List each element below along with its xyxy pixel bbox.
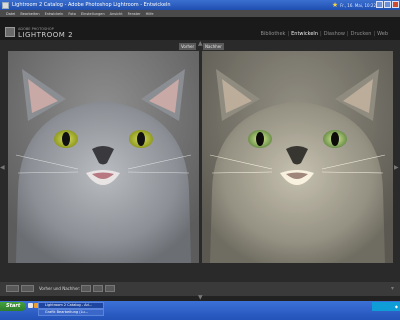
minimize-button[interactable] xyxy=(376,1,383,8)
cat-photo-edited xyxy=(202,51,393,263)
menu-item[interactable]: Einstellungen xyxy=(81,12,105,16)
brand-title: LIGHTROOM 2 xyxy=(18,31,74,39)
window-controls xyxy=(376,1,399,8)
lightroom-logo-icon xyxy=(5,27,15,37)
menu-item[interactable]: Entwickeln xyxy=(45,12,64,16)
taskbar-item-label: Grafik Bearbeitung (Lu... xyxy=(45,310,89,314)
right-panel-arrow-icon[interactable]: ▶ xyxy=(394,165,399,171)
menu-item[interactable]: Foto xyxy=(68,12,76,16)
close-button[interactable] xyxy=(392,1,399,8)
before-after-view-button[interactable] xyxy=(21,285,34,292)
taskbar-item-label: Lightroom 2 Catalog - Ad... xyxy=(45,303,93,307)
system-tray: ◆ xyxy=(372,302,400,311)
copy-before-to-after-button[interactable] xyxy=(81,285,91,292)
module-diashow[interactable]: Diashow xyxy=(324,31,345,37)
module-separator: | xyxy=(287,31,290,37)
module-drucken[interactable]: Drucken xyxy=(351,31,372,37)
clock-text: Fr., 16. Mai, 10:22 xyxy=(340,2,376,8)
menu-bar: Datei Bearbeiten Entwickeln Foto Einstel… xyxy=(0,10,400,17)
taskbar-item-grafik[interactable]: Grafik Bearbeitung (Lu... xyxy=(38,309,104,316)
before-image[interactable] xyxy=(8,51,199,263)
module-separator: | xyxy=(320,31,322,37)
module-bibliothek[interactable]: Bibliothek xyxy=(261,31,286,37)
quicklaunch-desktop-icon[interactable] xyxy=(28,303,33,308)
cat-photo xyxy=(8,51,199,263)
toolbar-menu-arrow-icon[interactable]: ▾ xyxy=(391,286,394,292)
module-entwickeln[interactable]: Entwickeln xyxy=(291,31,318,37)
menu-item[interactable]: Bearbeiten xyxy=(20,12,39,16)
module-separator: | xyxy=(373,31,376,37)
after-image[interactable] xyxy=(202,51,393,263)
app-icon xyxy=(2,1,9,9)
maximize-button[interactable] xyxy=(384,1,391,8)
taskbar-item-lightroom[interactable]: Lightroom 2 Catalog - Ad... xyxy=(38,302,104,309)
module-separator: | xyxy=(346,31,349,37)
menu-item[interactable]: Datei xyxy=(6,12,15,16)
start-button[interactable]: Start xyxy=(0,302,26,311)
before-after-label: Vorher und Nachher: xyxy=(39,286,81,291)
swap-button[interactable] xyxy=(105,285,115,292)
loupe-view-button[interactable] xyxy=(6,285,19,292)
title-bar: Lightroom 2 Catalog - Adobe Photoshop Li… xyxy=(0,0,400,10)
left-panel-arrow-icon[interactable]: ◀ xyxy=(0,165,5,171)
before-label: Vorher xyxy=(179,43,197,50)
window-title: Lightroom 2 Catalog - Adobe Photoshop Li… xyxy=(12,2,171,8)
module-picker: Bibliothek | Entwickeln | Diashow | Druc… xyxy=(261,31,389,37)
star-icon[interactable]: ★ xyxy=(332,1,338,9)
menu-item[interactable]: Hilfe xyxy=(146,12,154,16)
after-label: Nachher xyxy=(203,43,224,50)
menu-item[interactable]: Ansicht xyxy=(110,12,123,16)
top-panel-arrow-icon[interactable]: ▲ xyxy=(198,41,203,47)
copy-after-to-before-button[interactable] xyxy=(93,285,103,292)
module-web[interactable]: Web xyxy=(377,31,388,37)
menu-item[interactable]: Fenster xyxy=(128,12,141,16)
title-tray: ★ Fr., 16. Mai, 10:22 xyxy=(332,1,376,9)
network-icon[interactable]: ◆ xyxy=(395,304,398,309)
